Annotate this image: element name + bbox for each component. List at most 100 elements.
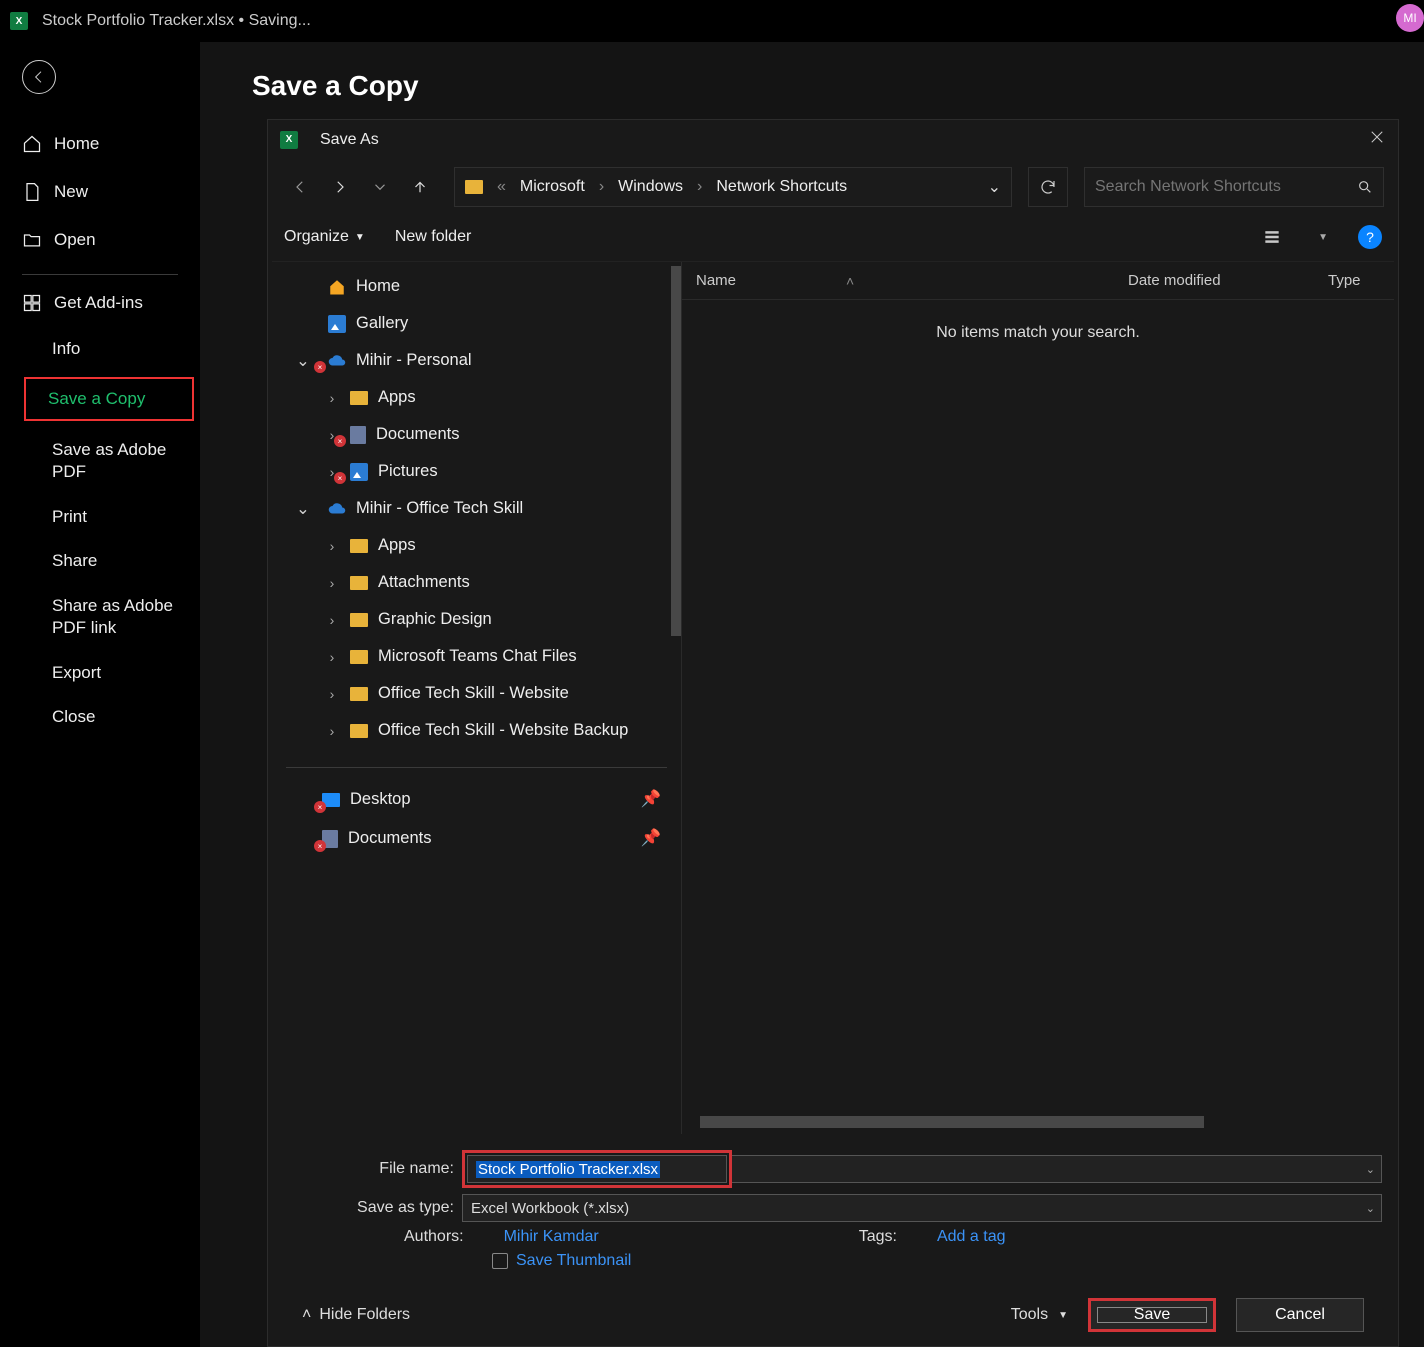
filename-input-extend[interactable]: ⌄ <box>732 1155 1382 1183</box>
tree-personal[interactable]: ⌄ × Mihir - Personal <box>272 342 681 379</box>
chevron-right-icon[interactable]: › <box>324 686 340 702</box>
nav-new[interactable]: New <box>0 168 200 216</box>
tree-item[interactable]: ›Apps <box>272 527 681 564</box>
nav-export[interactable]: Export <box>0 651 200 695</box>
chevron-down-icon[interactable]: ⌄ <box>296 351 310 371</box>
breadcrumb-item[interactable]: Network Shortcuts <box>716 178 847 196</box>
view-options-icon[interactable] <box>1256 223 1288 251</box>
quick-documents[interactable]: ×Documents📌 <box>272 819 681 858</box>
search-field[interactable] <box>1095 178 1347 196</box>
refresh-button[interactable] <box>1028 167 1068 207</box>
chevron-down-icon[interactable]: ⌄ <box>988 177 1001 197</box>
nav-save-copy[interactable]: Save a Copy <box>24 377 194 421</box>
breadcrumb-item[interactable]: Microsoft <box>520 178 585 196</box>
column-headers: Name˄ Date modified Type <box>682 262 1394 300</box>
scrollbar[interactable] <box>700 1116 1204 1128</box>
col-date[interactable]: Date modified <box>1114 262 1314 299</box>
folder-icon <box>350 539 368 553</box>
nav-open-label: Open <box>54 230 96 250</box>
nav-print[interactable]: Print <box>0 495 200 539</box>
tree-gallery[interactable]: Gallery <box>272 305 681 342</box>
pin-icon[interactable]: 📌 <box>640 790 661 809</box>
tree-item[interactable]: ›×Pictures <box>272 453 681 490</box>
quick-desktop[interactable]: ×Desktop📌 <box>272 780 681 819</box>
breadcrumb-item[interactable]: Windows <box>618 178 683 196</box>
tree-item[interactable]: ›×Documents <box>272 416 681 453</box>
chevron-right-icon[interactable]: › <box>324 538 340 554</box>
recent-dropdown-icon[interactable] <box>362 169 398 205</box>
sync-error-icon: × <box>334 435 346 447</box>
nav-addins[interactable]: Get Add-ins <box>0 279 200 327</box>
col-type[interactable]: Type <box>1314 262 1394 299</box>
tree-item[interactable]: › Attachments <box>272 564 681 601</box>
nav-forward-icon[interactable] <box>322 169 358 205</box>
chevron-right-icon[interactable]: › <box>324 612 340 628</box>
col-name[interactable]: Name˄ <box>682 262 1114 299</box>
folder-icon <box>350 576 368 590</box>
nav-share[interactable]: Share <box>0 539 200 583</box>
tree-item[interactable]: ›Graphic Design <box>272 601 681 638</box>
excel-icon: X <box>280 131 298 149</box>
save-button[interactable]: Save <box>1097 1307 1207 1323</box>
filename-input[interactable]: Stock Portfolio Tracker.xlsx <box>467 1155 727 1183</box>
back-button[interactable] <box>22 60 56 94</box>
tags-add[interactable]: Add a tag <box>937 1228 1006 1246</box>
sort-asc-icon: ˄ <box>846 273 854 289</box>
dialog-titlebar: X Save As <box>268 120 1398 159</box>
nav-new-label: New <box>54 182 88 202</box>
filename-highlight: Stock Portfolio Tracker.xlsx <box>462 1150 732 1188</box>
search-input[interactable] <box>1084 167 1384 207</box>
tree-label: Office Tech Skill - Website Backup <box>378 721 628 740</box>
hide-folders-toggle[interactable]: ˄Hide Folders <box>302 1306 410 1324</box>
nav-info[interactable]: Info <box>0 327 200 371</box>
tree-label: Mihir - Personal <box>356 351 472 370</box>
thumbnail-checkbox[interactable] <box>492 1253 508 1269</box>
organize-menu[interactable]: Organize ▼ <box>284 228 365 246</box>
empty-message: No items match your search. <box>682 300 1394 366</box>
chevron-right-icon[interactable]: › <box>324 649 340 665</box>
authors-value[interactable]: Mihir Kamdar <box>504 1228 599 1246</box>
avatar[interactable]: MI <box>1396 4 1424 32</box>
file-list-pane: Name˄ Date modified Type No items match … <box>682 262 1394 1134</box>
filename-value: Stock Portfolio Tracker.xlsx <box>476 1161 660 1178</box>
search-icon <box>1357 179 1373 195</box>
tree-label: Attachments <box>378 573 470 592</box>
nav-back-icon[interactable] <box>282 169 318 205</box>
nav-home-label: Home <box>54 134 99 154</box>
tree-home[interactable]: Home <box>272 268 681 305</box>
tree-item[interactable]: › Office Tech Skill - Website Backup <box>272 712 681 749</box>
tree-item[interactable]: ›Office Tech Skill - Website <box>272 675 681 712</box>
dialog-nav-toolbar: « Microsoft › Windows › Network Shortcut… <box>268 159 1398 217</box>
chevron-right-icon[interactable]: › <box>324 390 340 406</box>
cancel-button[interactable]: Cancel <box>1236 1298 1364 1332</box>
breadcrumb[interactable]: « Microsoft › Windows › Network Shortcut… <box>454 167 1012 207</box>
tree-work[interactable]: ⌄ Mihir - Office Tech Skill <box>272 490 681 527</box>
close-icon[interactable] <box>1368 128 1386 151</box>
thumbnail-label[interactable]: Save Thumbnail <box>516 1252 631 1270</box>
page-title: Save a Copy <box>252 70 1424 102</box>
nav-save-adobe[interactable]: Save as Adobe PDF <box>0 427 200 495</box>
chevron-down-icon[interactable]: ⌄ <box>296 499 310 519</box>
chevron-down-icon[interactable]: ⌄ <box>1366 1202 1375 1215</box>
new-folder-button[interactable]: New folder <box>395 228 471 246</box>
chevron-down-icon[interactable]: ⌄ <box>1366 1163 1375 1176</box>
help-icon[interactable]: ? <box>1358 225 1382 249</box>
nav-home[interactable]: Home <box>0 120 200 168</box>
nav-up-icon[interactable] <box>402 169 438 205</box>
dialog-footer: ˄Hide Folders Tools ▼ Save Cancel <box>284 1276 1382 1336</box>
nav-close[interactable]: Close <box>0 695 200 739</box>
folder-icon <box>465 180 483 194</box>
nav-open[interactable]: Open <box>0 216 200 264</box>
tools-menu[interactable]: Tools ▼ <box>1011 1306 1068 1324</box>
nav-share-adobe[interactable]: Share as Adobe PDF link <box>0 583 200 651</box>
pin-icon[interactable]: 📌 <box>640 829 661 848</box>
chevron-right-icon[interactable]: › <box>324 723 340 739</box>
folder-icon <box>350 687 368 701</box>
savetype-dropdown[interactable]: Excel Workbook (*.xlsx)⌄ <box>462 1194 1382 1222</box>
tree-item[interactable]: ›Apps <box>272 379 681 416</box>
chevron-right-icon[interactable]: › <box>324 575 340 591</box>
tree-item[interactable]: ›Microsoft Teams Chat Files <box>272 638 681 675</box>
chevron-down-icon: ▼ <box>355 232 365 243</box>
chevron-down-icon[interactable]: ▼ <box>1318 232 1328 243</box>
document-title: Stock Portfolio Tracker.xlsx • Saving... <box>42 12 311 30</box>
